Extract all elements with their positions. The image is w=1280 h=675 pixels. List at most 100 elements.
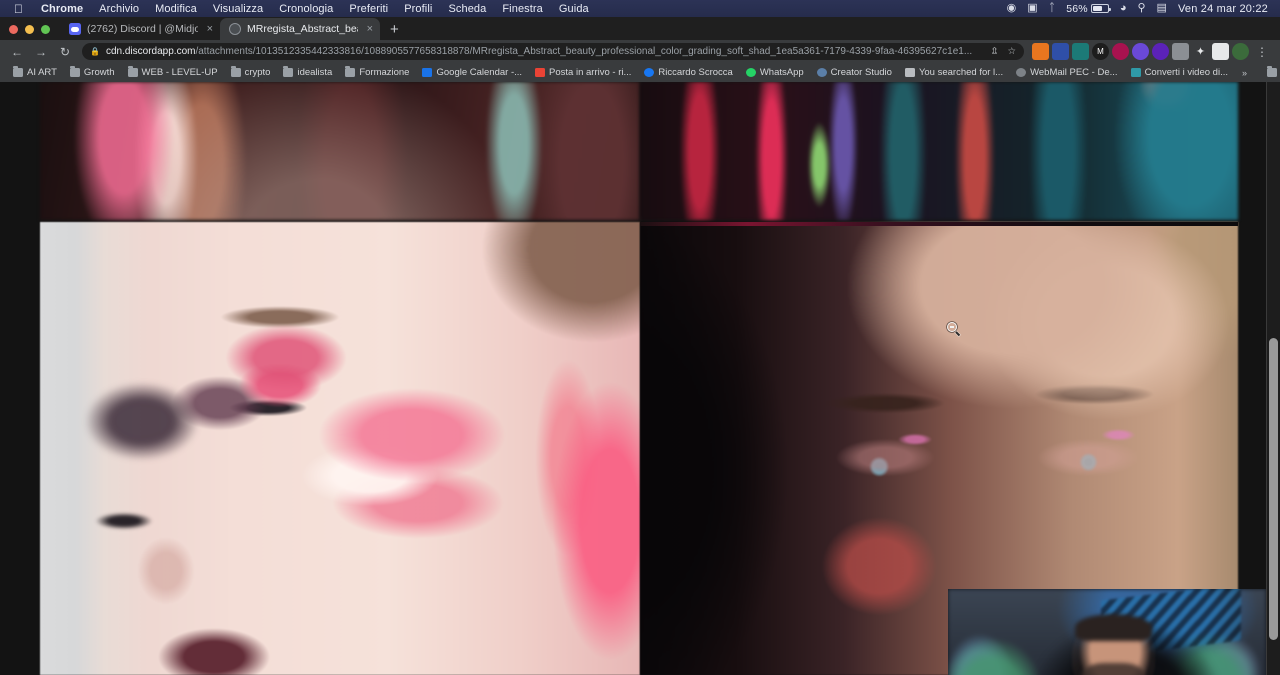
back-icon[interactable]: ← [6, 42, 28, 62]
menu-item-scheda[interactable]: Scheda [440, 3, 494, 15]
record-icon[interactable]: ◉ [1007, 3, 1017, 14]
extension-purple[interactable] [1152, 43, 1169, 60]
bookmark-label: Growth [84, 67, 115, 78]
webcam-presenter-beard [1082, 663, 1146, 675]
webmail-icon [1016, 68, 1026, 77]
menu-bar-clock[interactable]: Ven 24 mar 20:22 [1178, 3, 1268, 15]
menu-item-guida[interactable]: Guida [551, 3, 597, 15]
top-strip-left-image-art [40, 82, 640, 220]
bookmark-idealista[interactable]: idealista [277, 65, 338, 80]
bookmark-label: You searched for l... [919, 67, 1003, 78]
tab-title: (2762) Discord | @Midjourney [87, 23, 198, 35]
vertical-scrollbar[interactable] [1266, 82, 1280, 675]
folder-icon [128, 68, 138, 77]
cursor-minus [950, 326, 954, 328]
bookmark-google-calendar[interactable]: Google Calendar -... [416, 65, 528, 80]
menu-item-chrome[interactable]: Chrome [33, 3, 91, 15]
minimize-button[interactable] [25, 25, 34, 34]
bookmark-formazione[interactable]: Formazione [339, 65, 415, 80]
extension-violet[interactable] [1132, 43, 1149, 60]
spotlight-search-icon[interactable]: ⚲ [1137, 3, 1145, 14]
main-right-image-top-edge [640, 222, 1238, 226]
cursor-handle [955, 331, 960, 336]
bookmark-label: Converti i video di... [1145, 67, 1228, 78]
apple-logo-icon[interactable]:  [14, 3, 23, 15]
bookmark-converti-video[interactable]: Converti i video di... [1125, 65, 1234, 80]
close-button[interactable] [9, 25, 18, 34]
url-path: /attachments/1013512335442333816/1088905… [195, 46, 972, 57]
extension-dark-m[interactable]: M [1092, 43, 1109, 60]
bookmark-whatsapp[interactable]: WhatsApp [740, 65, 810, 80]
bookmark-crypto[interactable]: crypto [225, 65, 277, 80]
browser-tab-strip: (2762) Discord | @Midjourney × MRregista… [0, 17, 1280, 40]
discord-icon [69, 23, 81, 35]
google-calendar-icon [422, 68, 432, 77]
battery-percent-label: 56% [1066, 3, 1088, 15]
menu-item-cronologia[interactable]: Cronologia [271, 3, 341, 15]
battery-status[interactable]: 56% [1066, 3, 1109, 15]
extension-orange[interactable] [1032, 43, 1049, 60]
top-strip-right-image[interactable] [640, 82, 1238, 220]
battery-icon [1091, 4, 1109, 13]
folder-icon [13, 68, 23, 77]
tab-mrregista-image[interactable]: MRregista_Abstract_beauty_... × [220, 18, 380, 40]
share-icon[interactable]: ⇫ [991, 46, 999, 57]
menu-item-modifica[interactable]: Modifica [147, 3, 205, 15]
extension-magenta-key[interactable] [1112, 43, 1129, 60]
webcam-presenter-hair [1075, 614, 1151, 641]
control-center-icon[interactable]: ▤ [1157, 3, 1167, 14]
extension-teal[interactable] [1072, 43, 1089, 60]
bookmark-other-bookmarks[interactable]: Altri Preferiti [1261, 65, 1280, 80]
folder-icon [283, 68, 293, 77]
extension-globe-green[interactable] [1232, 43, 1249, 60]
menu-item-archivio[interactable]: Archivio [91, 3, 147, 15]
display-icon[interactable]: ▣ [1027, 3, 1037, 14]
bookmark-web-level-up[interactable]: WEB - LEVEL-UP [122, 65, 224, 80]
new-tab-button[interactable]: + [380, 22, 409, 40]
folder-icon [1267, 68, 1277, 77]
zoom-button[interactable] [41, 25, 50, 34]
folder-icon [70, 68, 80, 77]
site-icon [905, 68, 915, 77]
bookmark-you-searched-for[interactable]: You searched for l... [899, 65, 1009, 80]
top-strip-left-image[interactable] [40, 82, 640, 220]
extension-white-square[interactable] [1212, 43, 1229, 60]
facebook-icon [644, 68, 654, 77]
scrollbar-thumb[interactable] [1269, 338, 1278, 640]
bookmark-growth[interactable]: Growth [64, 65, 121, 80]
main-left-image-lashes [70, 494, 178, 548]
extension-puzzle-icon[interactable]: ✦ [1192, 43, 1209, 60]
menu-item-profili[interactable]: Profili [396, 3, 440, 15]
menu-item-finestra[interactable]: Finestra [494, 3, 551, 15]
bookmark-webmail-pec[interactable]: WebMail PEC - De... [1010, 65, 1123, 80]
extension-grey[interactable] [1172, 43, 1189, 60]
menu-item-visualizza[interactable]: Visualizza [205, 3, 271, 15]
webcam-overlay[interactable] [948, 589, 1266, 675]
macos-menu-bar:  Chrome Archivio Modifica Visualizza Cr… [0, 0, 1280, 17]
wifi-icon[interactable]: ◕ [1120, 3, 1127, 14]
bookmark-label: crypto [245, 67, 271, 78]
bookmark-gmail-inbox[interactable]: Posta in arrivo - ri... [529, 65, 637, 80]
star-icon[interactable]: ☆ [1007, 46, 1016, 57]
page-content-area[interactable] [0, 82, 1280, 675]
bookmark-facebook-profile[interactable]: Riccardo Scrocca [638, 65, 738, 80]
forward-icon[interactable]: → [30, 42, 52, 62]
bookmark-ai-art[interactable]: AI ART [7, 65, 63, 80]
tab-discord[interactable]: (2762) Discord | @Midjourney × [60, 18, 220, 40]
reload-icon[interactable]: ↻ [54, 42, 76, 62]
bookmark-label: Posta in arrivo - ri... [549, 67, 631, 78]
chrome-menu-icon[interactable]: ⋮ [1252, 46, 1272, 58]
bookmarks-overflow-icon[interactable]: » [1236, 68, 1253, 78]
bookmark-label: Riccardo Scrocca [658, 67, 732, 78]
address-bar[interactable]: 🔒 cdn.discordapp.com /attachments/101351… [82, 43, 1024, 60]
menu-item-preferiti[interactable]: Preferiti [341, 3, 396, 15]
folder-icon [345, 68, 355, 77]
tab-close-icon[interactable]: × [204, 24, 213, 35]
bluetooth-icon[interactable]: ᛏ [1049, 3, 1056, 14]
extensions-area: M ✦ ⋮ [1032, 43, 1274, 60]
main-left-image[interactable] [40, 222, 640, 675]
tab-close-icon[interactable]: × [364, 24, 373, 35]
bookmark-creator-studio[interactable]: Creator Studio [811, 65, 898, 80]
bookmark-label: idealista [297, 67, 332, 78]
extension-blue[interactable] [1052, 43, 1069, 60]
